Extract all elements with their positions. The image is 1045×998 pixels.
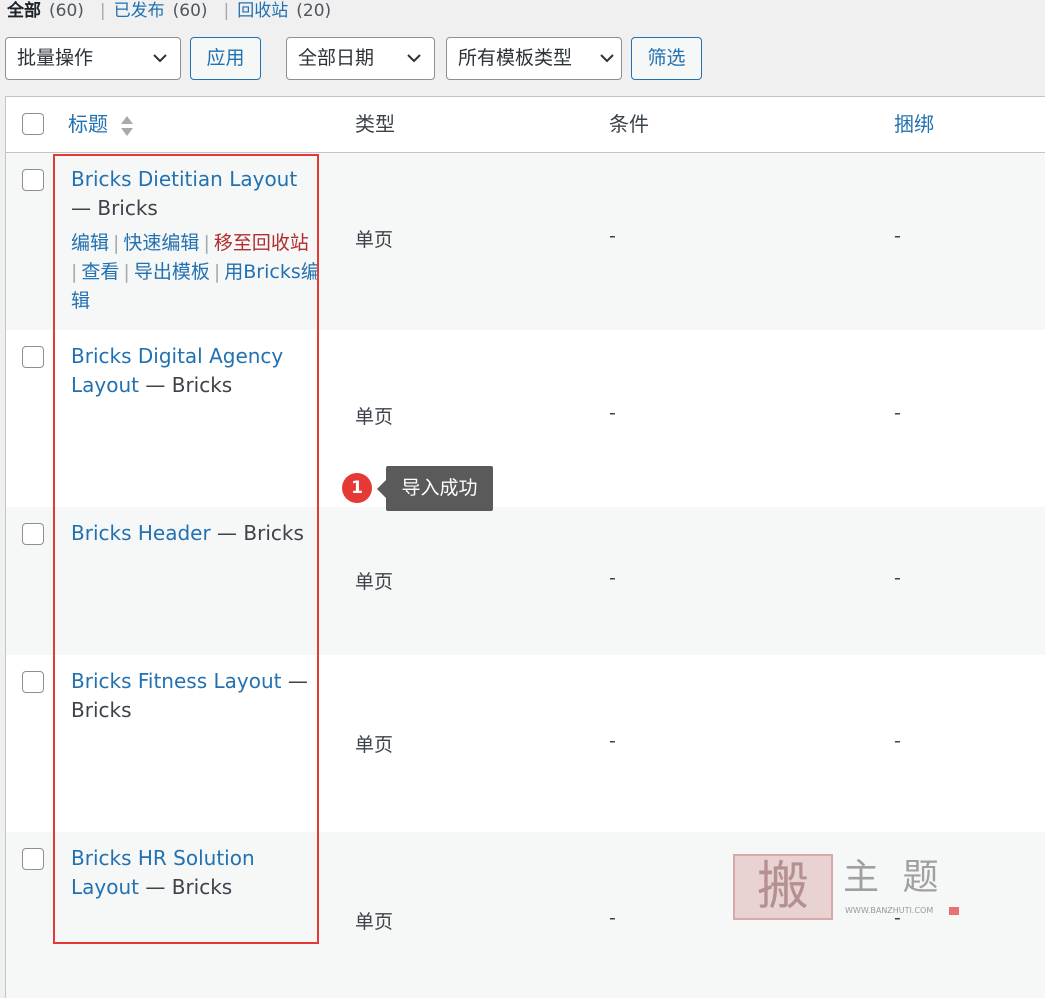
row-checkbox[interactable] [22, 848, 44, 870]
row-checkbox[interactable] [22, 523, 44, 545]
filter-separator: | [223, 1, 230, 21]
date-filter-select[interactable]: 全部日期 [286, 37, 435, 80]
select-all-checkbox[interactable] [22, 113, 44, 135]
chevron-down-icon [407, 54, 421, 63]
row-conditions: - [609, 567, 616, 589]
column-title-label: 标题 [68, 112, 108, 136]
row-type: 单页 [355, 229, 394, 251]
watermark-glyph: 搬 [756, 857, 809, 917]
apply-button[interactable]: 应用 [190, 37, 261, 80]
watermark-url: WWW.BANZHUTI.COM [845, 906, 934, 915]
template-type-select[interactable]: 所有模板类型 [446, 37, 622, 80]
row-conditions: - [609, 730, 616, 752]
filter-published-count: (60) [172, 1, 208, 21]
watermark-name: 主 题 [843, 857, 945, 898]
row-bundle: - [894, 567, 901, 589]
column-type-header: 类型 [355, 112, 395, 136]
date-filter-value: 全部日期 [298, 47, 375, 69]
step-number-badge: 1 [342, 473, 372, 503]
chevron-down-icon [600, 54, 614, 63]
watermark-accent-mark [949, 907, 959, 915]
watermark-seal: 搬 [733, 854, 833, 920]
column-conditions-header: 条件 [609, 112, 649, 136]
success-tooltip: 导入成功 [377, 466, 493, 511]
row-conditions: - [609, 402, 616, 424]
filter-all-link[interactable]: 全部 [7, 1, 41, 21]
table-header: 标题 类型 条件 捆绑 [6, 97, 1045, 153]
row-bundle: - [894, 225, 901, 247]
bulk-actions-select[interactable]: 批量操作 [5, 37, 181, 80]
column-title-sort-link[interactable]: 标题 [68, 97, 134, 152]
row-type: 单页 [355, 406, 394, 428]
filter-button[interactable]: 筛选 [631, 37, 702, 80]
filter-separator: | [99, 1, 106, 21]
chevron-down-icon [153, 54, 167, 63]
sort-icon [121, 115, 134, 136]
filter-trash-link[interactable]: 回收站 [237, 1, 288, 21]
row-bundle: - [894, 402, 901, 424]
row-conditions: - [609, 225, 616, 247]
status-filter-links: 全部 (60) | 已发布 (60) | 回收站 (20) [7, 0, 331, 24]
site-watermark-logo: 搬 主 题 WWW.BANZHUTI.COM [731, 852, 961, 924]
template-type-value: 所有模板类型 [458, 47, 573, 69]
row-checkbox[interactable] [22, 671, 44, 693]
filter-all-count: (60) [49, 1, 84, 21]
column-bundle-header[interactable]: 捆绑 [894, 97, 934, 152]
row-type: 单页 [355, 571, 394, 593]
filter-trash-count: (20) [296, 1, 332, 21]
bulk-actions-value: 批量操作 [17, 47, 94, 69]
highlight-box [53, 154, 319, 944]
row-type: 单页 [355, 911, 394, 933]
row-conditions: - [609, 907, 616, 929]
filter-published-link[interactable]: 已发布 [114, 1, 165, 21]
row-checkbox[interactable] [22, 169, 44, 191]
row-bundle: - [894, 730, 901, 752]
row-checkbox[interactable] [22, 346, 44, 368]
row-type: 单页 [355, 734, 394, 756]
